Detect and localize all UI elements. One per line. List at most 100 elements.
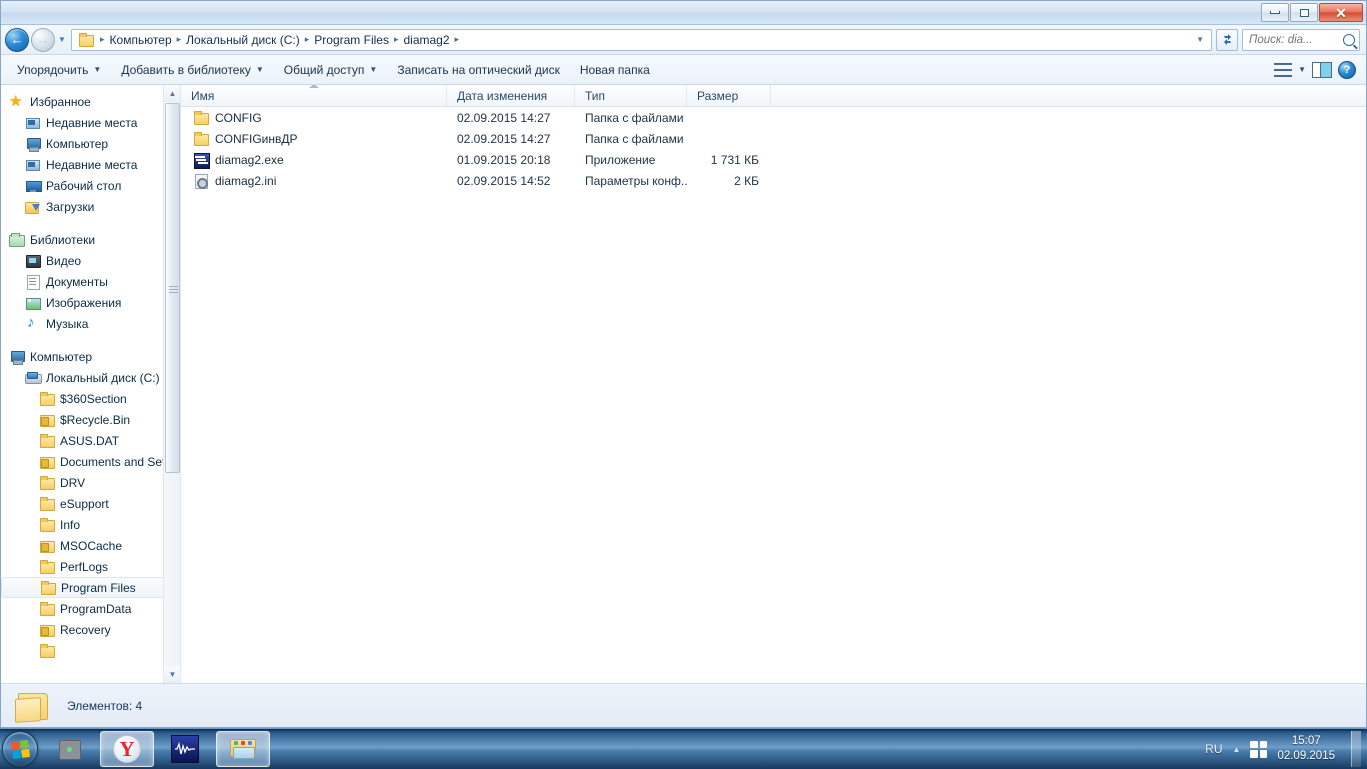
back-button[interactable]: ←: [5, 27, 29, 52]
star-icon: [9, 92, 25, 110]
forward-button[interactable]: →: [31, 27, 55, 52]
column-label: Размер: [697, 88, 739, 103]
column-header-date[interactable]: Дата изменения: [447, 85, 575, 107]
show-desktop-button[interactable]: [1351, 731, 1361, 767]
sidebar-item-documents[interactable]: Документы: [1, 271, 180, 292]
language-indicator[interactable]: RU: [1205, 742, 1222, 756]
scrollbar-grip-icon: [169, 284, 178, 293]
clock[interactable]: 15:07 02.09.2015: [1277, 734, 1335, 764]
nav-label: Недавние места: [46, 115, 138, 130]
table-row[interactable]: diamag2.exe 01.09.2015 20:18 Приложение …: [181, 149, 1366, 170]
computer-icon: [9, 349, 25, 365]
help-icon[interactable]: ?: [1338, 60, 1356, 79]
breadcrumb-item-2[interactable]: ▸ Program Files: [303, 32, 392, 48]
show-hidden-icons-chevron-up-icon[interactable]: ▲: [1233, 745, 1241, 754]
scrollbar-thumb[interactable]: [165, 103, 180, 473]
taskbar-explorer[interactable]: [216, 731, 270, 767]
breadcrumb-item-0[interactable]: ▸ Компьютер: [98, 32, 175, 48]
column-header-type[interactable]: Тип: [575, 85, 687, 107]
folder-icon: [39, 391, 55, 407]
add-to-library-button[interactable]: Добавить в библиотеку ▼: [111, 59, 273, 81]
sidebar-item-recycle-bin[interactable]: $Recycle.Bin: [1, 409, 180, 430]
sidebar-item-music[interactable]: Музыка: [1, 313, 180, 334]
nav-header-computer[interactable]: Компьютер: [1, 346, 180, 367]
sidebar-item-documents-and-settings[interactable]: Documents and Set: [1, 451, 180, 472]
sidebar-item-360section[interactable]: $360Section: [1, 388, 180, 409]
windows-start-orb-icon: [10, 739, 30, 759]
breadcrumb-item-3[interactable]: ▸ diamag2 ▸: [392, 32, 461, 48]
new-folder-button[interactable]: Новая папка: [570, 59, 660, 81]
table-row[interactable]: diamag2.ini 02.09.2015 14:52 Параметры к…: [181, 170, 1366, 191]
table-row[interactable]: CONFIG 02.09.2015 14:27 Папка с файлами: [181, 107, 1366, 128]
command-bar-right: ▼ ?: [1274, 60, 1360, 79]
sidebar-item-video[interactable]: Видео: [1, 250, 180, 271]
breadcrumb-item-1[interactable]: ▸ Локальный диск (C:): [175, 32, 303, 48]
close-button[interactable]: ✕: [1319, 3, 1363, 22]
table-row[interactable]: CONFIGинвДР 02.09.2015 14:27 Папка с фай…: [181, 128, 1366, 149]
sidebar-item-downloads[interactable]: Загрузки: [1, 196, 180, 217]
scroll-up-icon[interactable]: ▲: [164, 85, 180, 102]
nav-label: MSOCache: [60, 538, 123, 553]
sidebar-item-info[interactable]: Info: [1, 514, 180, 535]
sidebar-item-pictures[interactable]: Изображения: [1, 292, 180, 313]
sidebar-item-msocache[interactable]: MSOCache: [1, 535, 180, 556]
windows-flag-icon[interactable]: [1250, 740, 1268, 758]
sidebar-item-recovery[interactable]: Recovery: [1, 619, 180, 640]
pictures-icon: [25, 295, 41, 311]
column-header-name[interactable]: Имя: [181, 85, 447, 107]
explorer-icon: [228, 737, 258, 761]
sidebar-item-program-files[interactable]: Program Files: [1, 577, 172, 598]
sidebar-item-asus-dat[interactable]: ASUS.DAT: [1, 430, 180, 451]
scroll-down-icon[interactable]: ▼: [164, 666, 180, 683]
close-icon: ✕: [1335, 4, 1347, 21]
nav-label: Recovery: [60, 622, 111, 637]
refresh-button[interactable]: [1216, 28, 1238, 51]
downloads-icon: [25, 199, 41, 215]
file-date: 02.09.2015 14:27: [457, 110, 551, 125]
folder-icon: [39, 643, 55, 659]
folder-icon: [39, 559, 55, 575]
sidebar-item-recent-places-2[interactable]: Недавние места: [1, 154, 180, 175]
file-rows: CONFIG 02.09.2015 14:27 Папка с файлами …: [181, 107, 1366, 683]
start-button[interactable]: [2, 731, 38, 767]
change-view-icon[interactable]: [1274, 62, 1293, 77]
sidebar-item-recent-places[interactable]: Недавние места: [1, 112, 180, 133]
column-header-size[interactable]: Размер: [687, 85, 771, 107]
search-input[interactable]: [1247, 32, 1343, 47]
search-box[interactable]: [1242, 28, 1360, 51]
file-name: CONFIGинвДР: [215, 131, 298, 146]
breadcrumb-dropdown-icon[interactable]: ▼: [1196, 35, 1207, 44]
breadcrumb-bar[interactable]: ▸ Компьютер ▸ Локальный диск (C:) ▸ Prog…: [71, 28, 1212, 51]
sidebar-item-computer-fav[interactable]: Компьютер: [1, 133, 180, 154]
sidebar-item-esupport[interactable]: eSupport: [1, 493, 180, 514]
sidebar-item-drv[interactable]: DRV: [1, 472, 180, 493]
sidebar-item-perflogs[interactable]: PerfLogs: [1, 556, 180, 577]
taskbar-diamag[interactable]: [158, 731, 212, 767]
taskbar-yandex[interactable]: Y: [100, 731, 154, 767]
desktop-icon: [25, 178, 42, 194]
burn-to-disc-button[interactable]: Записать на оптический диск: [387, 59, 570, 81]
nav-header-libraries[interactable]: Библиотеки: [1, 229, 180, 250]
sidebar-item-local-disk-c[interactable]: Локальный диск (C:): [1, 367, 180, 388]
taskbar-device[interactable]: [42, 731, 96, 767]
restore-button[interactable]: [1290, 3, 1318, 22]
folder-icon: [193, 110, 209, 126]
file-date: 02.09.2015 14:27: [457, 131, 551, 146]
sidebar-item-desktop[interactable]: Рабочий стол: [1, 175, 180, 196]
breadcrumb-separator: ▸: [176, 34, 182, 44]
share-button[interactable]: Общий доступ ▼: [274, 59, 388, 81]
sidebar-item-partial[interactable]: [1, 640, 180, 661]
history-dropdown-icon[interactable]: ▼: [55, 35, 69, 44]
minimize-button[interactable]: [1261, 3, 1289, 22]
preview-pane-icon[interactable]: [1312, 61, 1332, 78]
file-name: CONFIG: [215, 110, 262, 125]
organize-button[interactable]: Упорядочить ▼: [7, 59, 111, 81]
nav-header-favorites[interactable]: Избранное: [1, 91, 180, 112]
nav-label: Загрузки: [46, 199, 95, 214]
sort-ascending-icon: [309, 85, 319, 88]
nav-label: Info: [60, 517, 81, 532]
navigation-scrollbar[interactable]: ▲ ▼: [163, 85, 180, 683]
sidebar-item-programdata[interactable]: ProgramData: [1, 598, 180, 619]
view-chevron-down-icon[interactable]: ▼: [1298, 65, 1306, 74]
